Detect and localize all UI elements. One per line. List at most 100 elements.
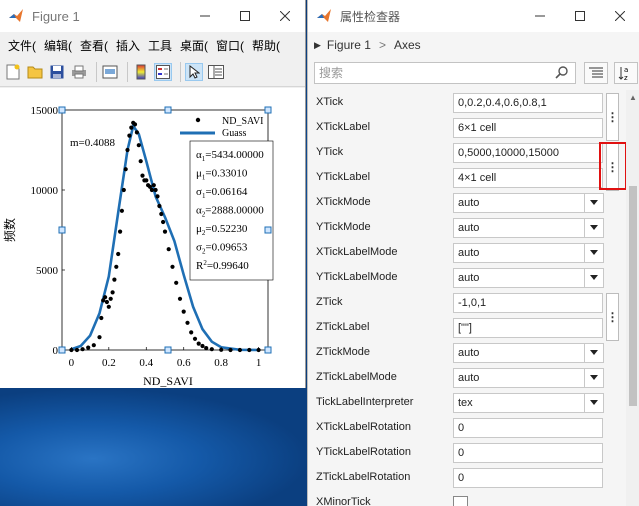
property-dropdown[interactable]: auto [453,243,604,263]
property-editor-button[interactable] [207,63,225,81]
property-dropdown[interactable]: auto [453,343,604,363]
print-preview-button[interactable] [101,63,119,81]
more-options-button[interactable]: ⋮ [606,293,619,341]
minimize-button[interactable] [185,0,225,32]
figure-titlebar[interactable]: Figure 1 [0,0,305,32]
scatter-point [104,299,109,305]
handle-tm[interactable] [164,106,172,114]
scatter-point [144,178,149,183]
property-checkbox[interactable] [453,496,468,506]
open-button[interactable] [26,63,44,81]
maximize-button[interactable] [225,0,265,32]
m-annotation: m=0.4088 [70,137,116,149]
search-input[interactable] [315,65,541,81]
scatter-point [157,203,162,209]
menu-view[interactable]: 查看( [76,37,112,54]
chevron-down-icon[interactable] [584,369,603,387]
expand-arrow-icon[interactable]: ▶ [314,40,321,51]
handle-ml[interactable] [58,226,66,234]
minimize-icon [200,15,210,17]
scatter-point [161,219,166,225]
property-dropdown[interactable]: tex [453,393,604,413]
scatter-point [114,264,119,269]
legend-line-label: Guass [222,128,247,139]
menu-file[interactable]: 文件( [4,37,40,54]
chevron-down-icon[interactable] [584,244,603,262]
sort-az-button[interactable]: az [614,62,638,84]
pointer-icon [189,65,200,79]
chevron-down-icon[interactable] [584,344,603,362]
menu-edit[interactable]: 编辑( [40,37,76,54]
x-tick-label: 1 [256,357,262,369]
handle-tl[interactable] [58,106,66,114]
property-label: XTickLabelMode [316,246,398,258]
property-dropdown[interactable]: auto [453,193,604,213]
menu-window[interactable]: 窗口( [212,37,248,54]
breadcrumb-axes[interactable]: Axes [394,38,421,52]
more-options-button[interactable]: ⋮ [606,93,619,141]
chevron-down-icon[interactable] [584,219,603,237]
colorbar-button[interactable] [132,63,150,81]
scroll-thumb[interactable] [629,186,637,406]
property-row-yticklabelmode: YTickLabelMode auto [308,266,626,291]
chevron-down-icon[interactable] [584,194,603,212]
breadcrumb-figure[interactable]: Figure 1 [327,38,371,52]
menu-desktop[interactable]: 桌面( [176,37,212,54]
property-value-field[interactable]: 0 [453,418,603,438]
property-label: YTickLabelRotation [316,446,411,458]
close-button[interactable] [600,0,639,32]
handle-bm[interactable] [164,346,172,354]
scatter-point [118,229,123,234]
property-label: ZTickLabel [316,321,370,333]
scroll-up-icon[interactable]: ▲ [626,90,639,104]
axes-plot[interactable]: 0 0.2 0.4 0.6 0.8 1 0 5000 10000 15000 频数 ND_SAV… [0,88,305,388]
vertical-scrollbar[interactable]: ▲ [626,90,639,506]
scatter-point [200,343,205,349]
property-value-field[interactable]: 0,0.2,0.4,0.6,0.8,1 [453,93,603,113]
search-icon[interactable] [555,65,569,79]
property-value-field[interactable]: 0 [453,468,603,488]
minimize-button[interactable] [520,0,560,32]
property-dropdown[interactable]: auto [453,368,604,388]
property-value-field[interactable]: 4×1 cell [453,168,603,188]
scatter-point [127,133,132,138]
menu-tools[interactable]: 工具 [144,37,176,54]
svg-text:z: z [624,74,628,81]
menu-insert[interactable]: 插入 [112,37,144,54]
scatter-point [99,315,104,321]
property-value-field[interactable]: 0 [453,443,603,463]
maximize-button[interactable] [560,0,600,32]
property-value-field[interactable]: 6×1 cell [453,118,603,138]
new-file-button[interactable] [4,63,22,81]
legend-button[interactable] [154,63,172,81]
scatter-point [174,280,179,285]
handle-mr[interactable] [264,226,272,234]
handle-br[interactable] [264,346,272,354]
close-button[interactable] [265,0,305,32]
x-tick-label: 0.2 [102,357,116,369]
toolbar-separator [180,62,181,82]
handle-tr[interactable] [264,106,272,114]
legend-scatter-marker [195,117,201,123]
chevron-down-icon[interactable] [584,269,603,287]
property-value-field[interactable]: -1,0,1 [453,293,603,313]
print-button[interactable] [70,63,88,81]
chevron-down-icon[interactable] [584,394,603,412]
menu-help[interactable]: 帮助( [248,37,284,54]
x-tick-label: 0 [69,357,75,369]
property-value-field[interactable]: 0,5000,10000,15000 [453,143,603,163]
group-view-button[interactable] [584,62,608,84]
property-dropdown[interactable]: auto [453,268,604,288]
scatter-point [185,320,190,325]
scatter-point [170,264,175,269]
figure-canvas[interactable]: 0 0.2 0.4 0.6 0.8 1 0 5000 10000 15000 频数 ND_SAV… [0,88,305,388]
inspector-titlebar[interactable]: 属性检查器 [308,0,639,32]
edit-plot-button[interactable] [185,63,203,81]
property-value-field[interactable]: [""] [453,318,603,338]
property-label: XMinorTick [316,496,371,506]
handle-bl[interactable] [58,346,66,354]
param-text: α2=2888.00000 [196,205,264,219]
property-dropdown[interactable]: auto [453,218,604,238]
scatter-point [189,330,194,335]
save-button[interactable] [48,63,66,81]
